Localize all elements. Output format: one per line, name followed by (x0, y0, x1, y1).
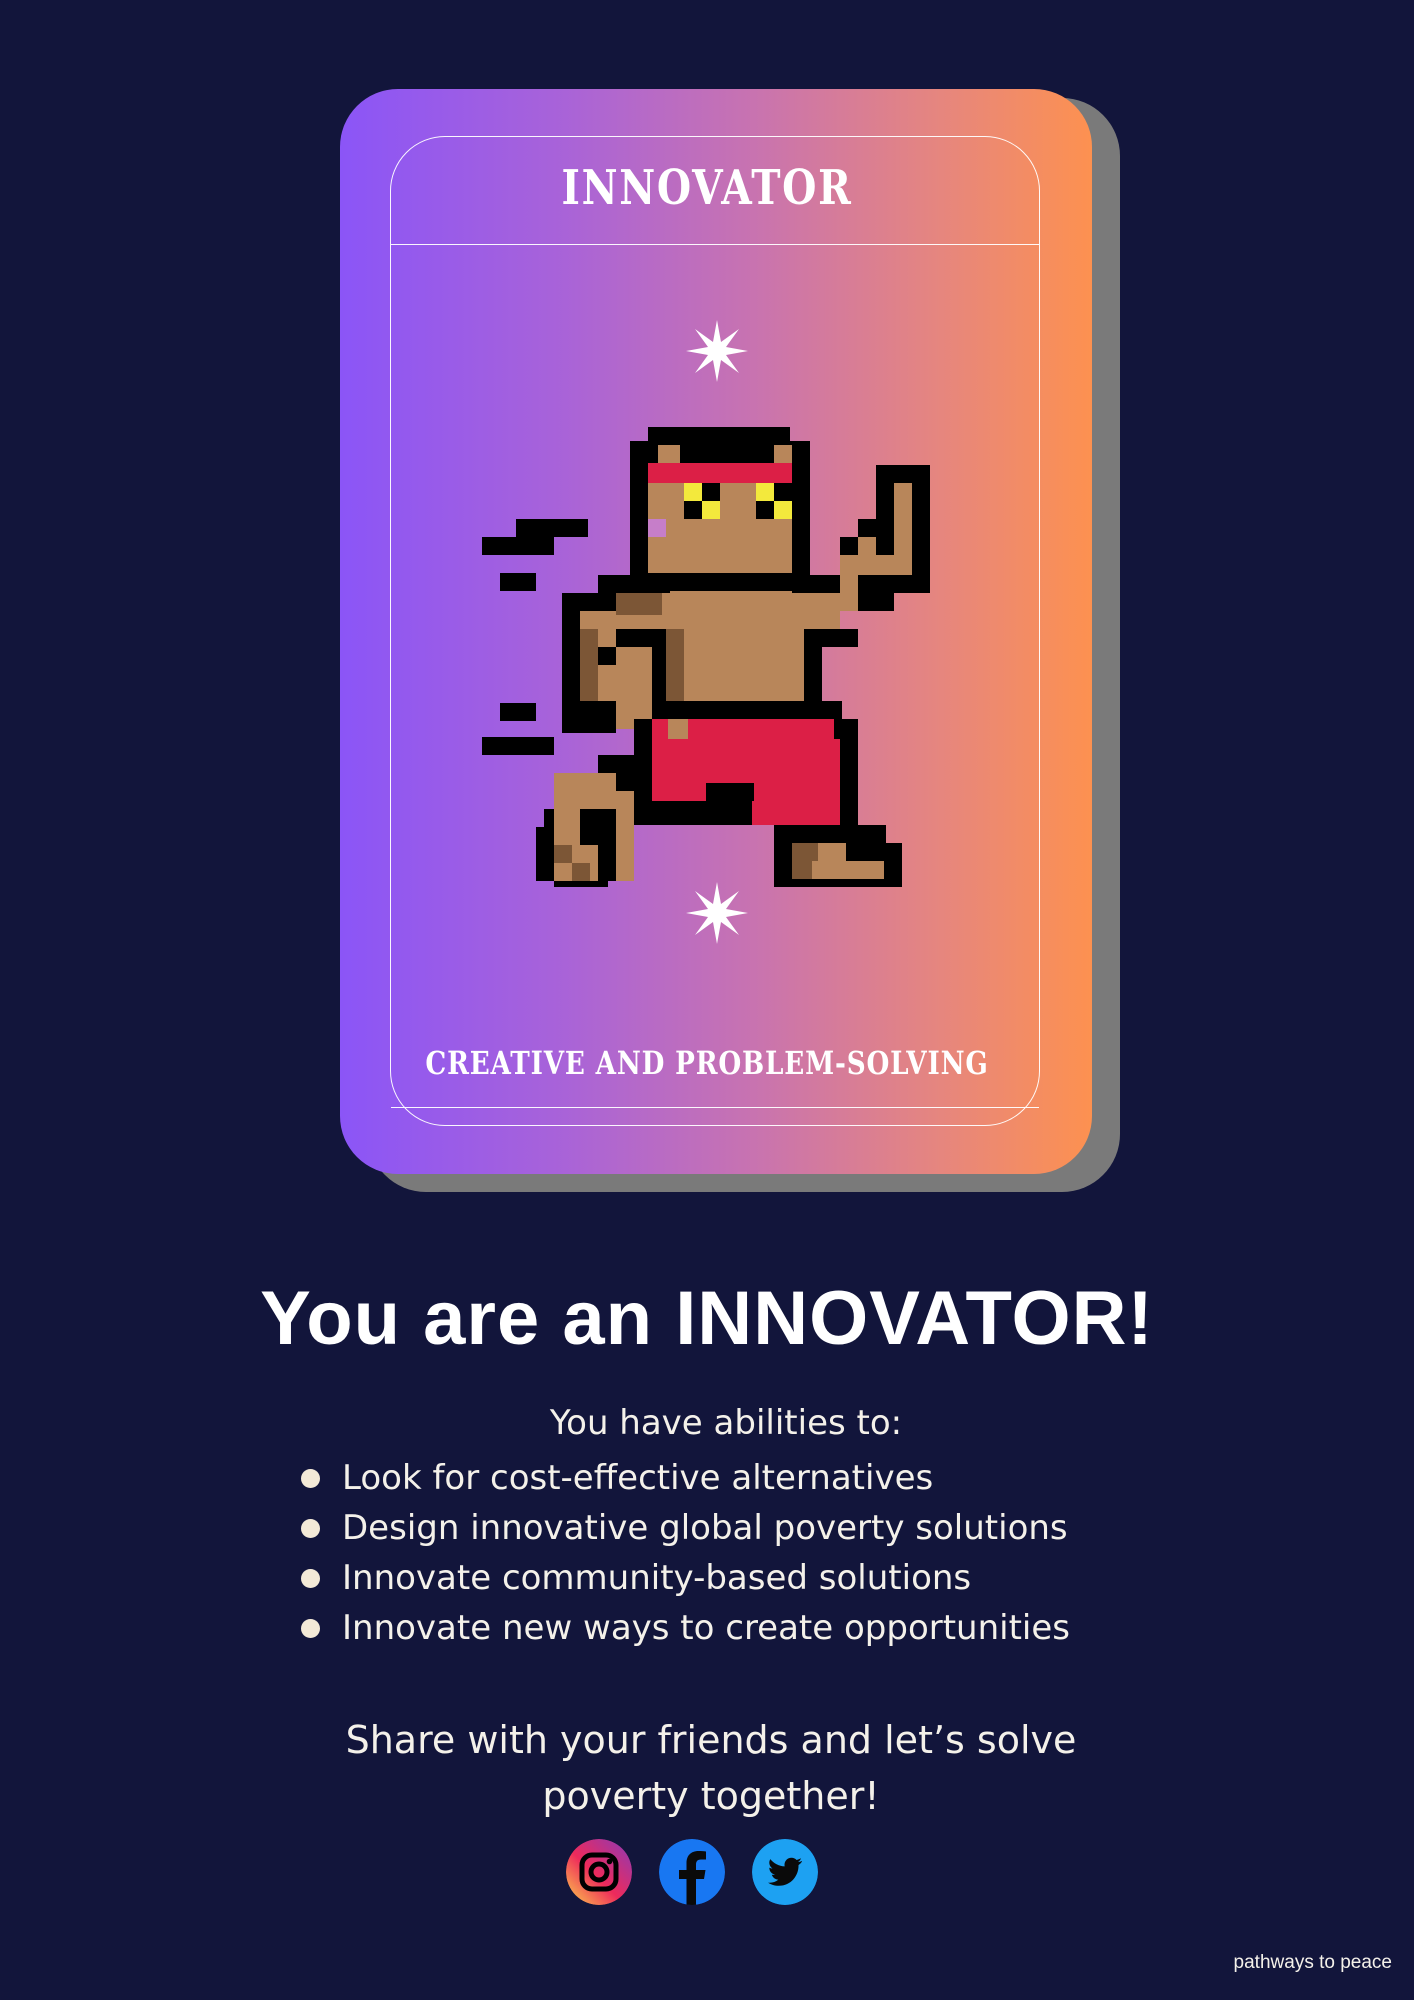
brand-watermark: pathways to peace (1233, 1952, 1392, 1973)
list-item: Innovate new ways to create opportunitie… (300, 1603, 1070, 1653)
bullet-icon (301, 1469, 320, 1488)
list-item: Look for cost-effective alternatives (300, 1453, 1070, 1503)
pixel-fighter-character (482, 427, 930, 887)
abilities-intro: You have abilities to: (549, 1403, 903, 1443)
ability-text: Look for cost-effective alternatives (342, 1458, 934, 1498)
ability-text: Design innovative global poverty solutio… (342, 1508, 1068, 1548)
card-divider-bottom (391, 1107, 1039, 1108)
ability-text: Innovate community-based solutions (342, 1558, 972, 1598)
list-item: Innovate community-based solutions (300, 1553, 1070, 1603)
twitter-icon[interactable] (752, 1839, 818, 1905)
card-divider-top (391, 244, 1039, 245)
facebook-icon[interactable] (659, 1839, 725, 1905)
bullet-icon (301, 1569, 320, 1588)
bullet-icon (301, 1619, 320, 1638)
bullet-icon (301, 1519, 320, 1538)
abilities-list: Look for cost-effective alternatives Des… (300, 1453, 1070, 1653)
list-item: Design innovative global poverty solutio… (300, 1503, 1070, 1553)
share-line-2: poverty together! (542, 1774, 880, 1818)
share-line-1: Share with your friends and let’s solve (345, 1718, 1077, 1762)
share-prompt: Share with your friends and let’s solve … (0, 1712, 1414, 1824)
card-title: INNOVATOR (561, 160, 853, 216)
result-headline: You are an INNOVATOR! (260, 1276, 1154, 1361)
instagram-icon[interactable] (566, 1839, 632, 1905)
ability-text: Innovate new ways to create opportunitie… (342, 1608, 1071, 1648)
sparkle-icon (686, 320, 748, 382)
sparkle-icon (686, 882, 748, 944)
card-subtitle: CREATIVE AND PROBLEM-SOLVING (425, 1044, 989, 1082)
